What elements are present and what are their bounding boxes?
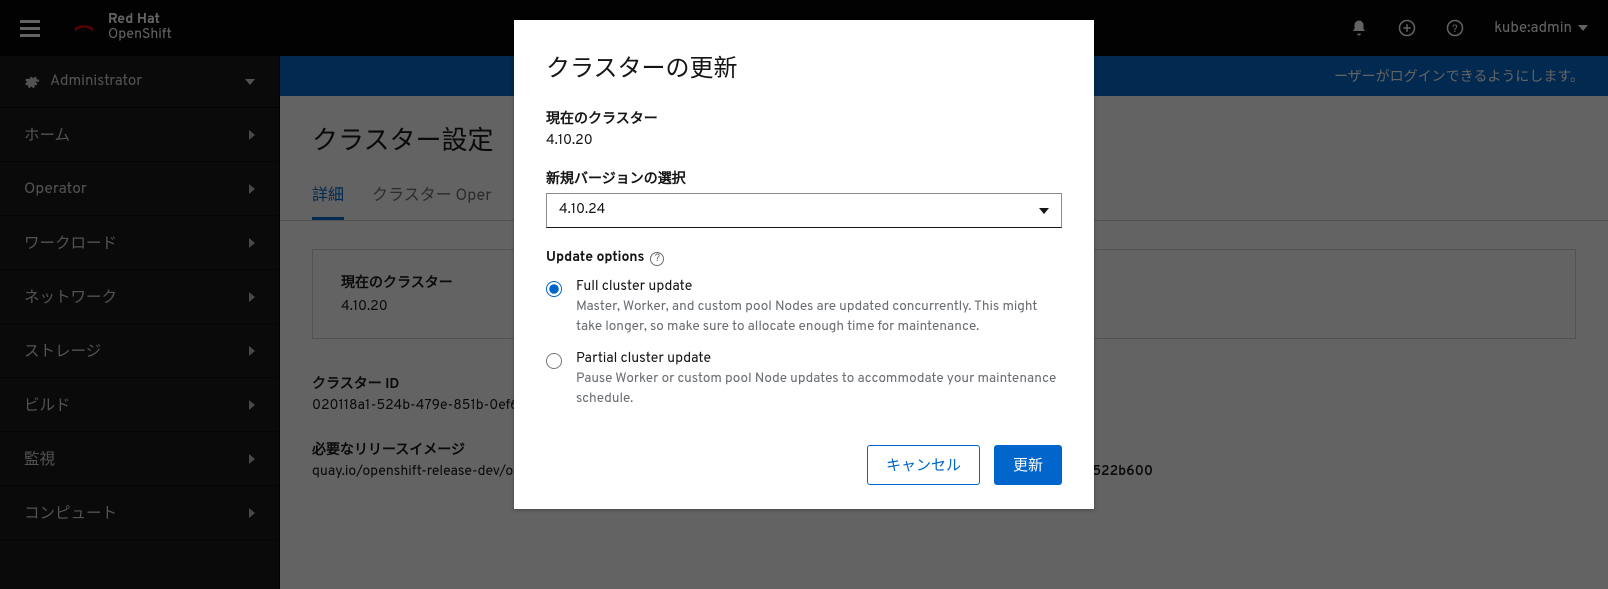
help-icon[interactable]: ? (650, 252, 664, 266)
modal-footer: キャンセル 更新 (546, 445, 1062, 485)
cancel-button[interactable]: キャンセル (867, 445, 980, 485)
modal-current-label: 現在のクラスター (546, 108, 1062, 129)
version-select-value: 4.10.24 (559, 202, 605, 219)
radio-full-group: Full cluster update Master, Worker, and … (546, 279, 1062, 337)
modal-current-value: 4.10.20 (546, 133, 1062, 150)
update-cluster-modal: クラスターの更新 現在のクラスター 4.10.20 新規バージョンの選択 4.1… (514, 20, 1094, 509)
update-options-header: Update options ? (546, 250, 1062, 267)
modal-title: クラスターの更新 (546, 48, 1062, 86)
radio-full-label: Full cluster update (576, 279, 1062, 296)
radio-partial-group: Partial cluster update Pause Worker or c… (546, 351, 1062, 409)
caret-down-icon (1039, 208, 1049, 214)
radio-full-desc: Master, Worker, and custom pool Nodes ar… (576, 298, 1062, 337)
update-button[interactable]: 更新 (994, 445, 1062, 485)
radio-partial-desc: Pause Worker or custom pool Node updates… (576, 370, 1062, 409)
radio-partial-update[interactable] (546, 353, 562, 369)
radio-full-update[interactable] (546, 281, 562, 297)
update-options-label: Update options (546, 250, 644, 267)
modal-select-label: 新規バージョンの選択 (546, 168, 1062, 189)
radio-partial-label: Partial cluster update (576, 351, 1062, 368)
version-select[interactable]: 4.10.24 (546, 193, 1062, 228)
